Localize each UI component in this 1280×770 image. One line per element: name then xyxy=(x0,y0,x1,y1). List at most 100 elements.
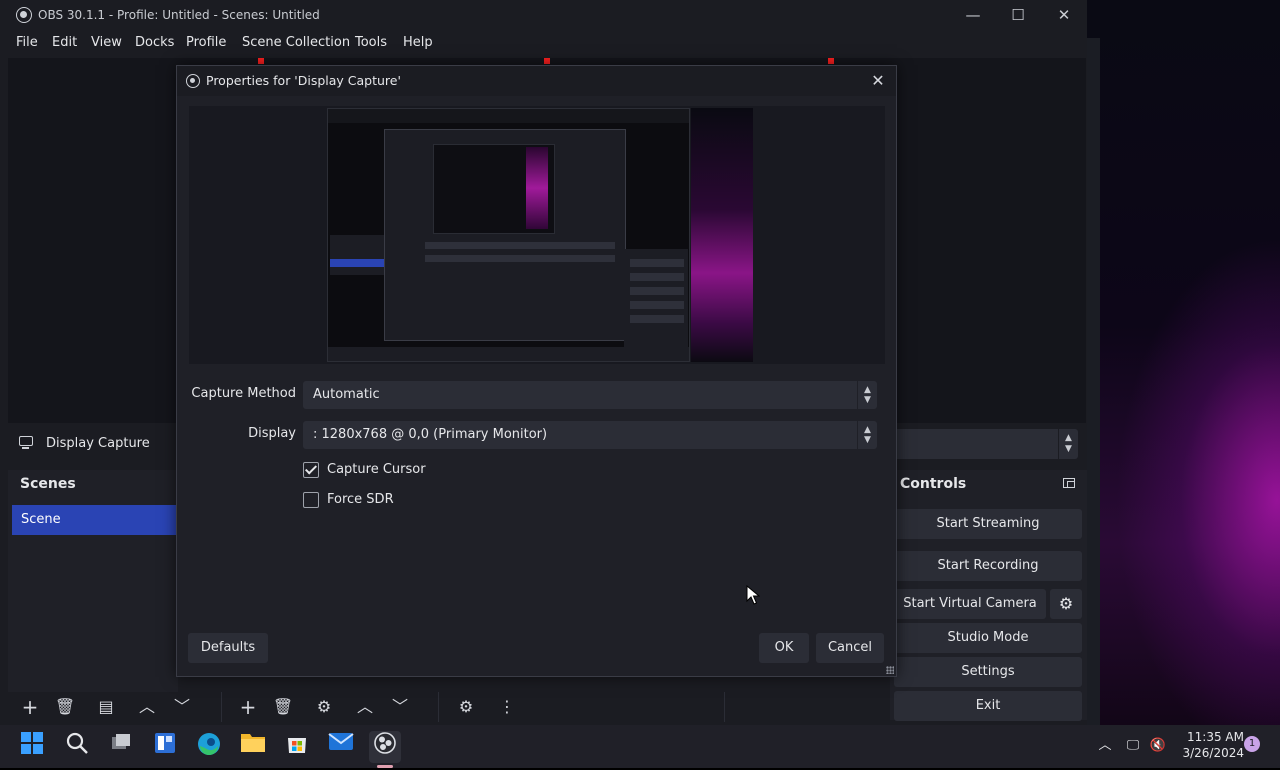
controls-dock-title: Controls xyxy=(900,476,967,492)
exit-button[interactable]: Exit xyxy=(894,691,1082,721)
start-recording-button[interactable]: Start Recording xyxy=(894,551,1082,581)
menu-help[interactable]: Help xyxy=(403,35,433,50)
selected-source-label: Display Capture xyxy=(46,436,150,451)
scenes-dock-title: Scenes xyxy=(20,476,76,492)
move-source-down-chevron-icon[interactable]: ﹀ xyxy=(386,695,414,719)
taskbar-clock[interactable]: 11:35 AM 3/26/2024 xyxy=(1176,729,1244,761)
add-scene-plus-icon[interactable]: + xyxy=(16,695,44,719)
resize-grip-icon[interactable] xyxy=(886,666,894,674)
dialog-title: Properties for 'Display Capture' xyxy=(206,73,401,88)
mini-field xyxy=(425,242,615,249)
scene-filters-icon[interactable]: ▤ xyxy=(92,695,120,719)
display-label: Display xyxy=(248,426,296,441)
studio-mode-button[interactable]: Studio Mode xyxy=(894,623,1082,653)
scene-item-label: Scene xyxy=(21,512,61,527)
controls-dock: Controls Start Streaming Start Recording… xyxy=(890,470,1087,721)
dock-bottom-toolbar: + 🗑 ▤ ︿ ﹀ + 🗑 ⚙ ︿ ﹀ ⚙ ⋮ xyxy=(8,692,888,722)
virtual-camera-settings-gear-icon[interactable]: ⚙ xyxy=(1050,589,1082,619)
properties-dialog: Properties for 'Display Capture' ✕ Captu… xyxy=(176,65,897,677)
toolbar-divider xyxy=(724,692,725,722)
network-icon[interactable]: 🖵 xyxy=(1124,737,1142,755)
mini-preview xyxy=(433,144,555,234)
search-icon[interactable] xyxy=(61,731,93,763)
menu-edit[interactable]: Edit xyxy=(52,35,77,50)
mini-scenes-dock xyxy=(330,235,384,275)
dialog-close-icon[interactable]: ✕ xyxy=(866,69,890,93)
toolbar-divider xyxy=(438,692,439,722)
add-source-plus-icon[interactable]: + xyxy=(234,695,262,719)
force-sdr-checkbox[interactable] xyxy=(303,492,319,508)
move-source-up-chevron-icon[interactable]: ︿ xyxy=(351,695,379,719)
notification-badge[interactable]: 1 xyxy=(1244,736,1260,752)
menu-scene-collection[interactable]: Scene Collection xyxy=(242,35,350,50)
mail-icon[interactable] xyxy=(325,731,357,763)
edge-browser-icon[interactable] xyxy=(193,731,225,763)
window-title: OBS 30.1.1 - Profile: Untitled - Scenes:… xyxy=(38,8,320,22)
select-arrows-icon: ▲ ▼ xyxy=(857,421,877,449)
menu-view[interactable]: View xyxy=(91,35,122,50)
source-handle-marker xyxy=(544,58,550,64)
start-virtual-camera-button[interactable]: Start Virtual Camera xyxy=(894,589,1046,619)
task-view-icon[interactable] xyxy=(105,731,137,763)
monitor-icon xyxy=(19,436,33,449)
microsoft-store-icon[interactable] xyxy=(281,731,313,763)
ok-button[interactable]: OK xyxy=(759,633,809,663)
close-window-button[interactable]: ✕ xyxy=(1044,4,1084,26)
desktop-wallpaper xyxy=(1087,0,1280,725)
controls-dock-header: Controls xyxy=(890,470,1087,499)
maximize-button[interactable]: ☐ xyxy=(998,4,1038,26)
more-options-kebab-icon[interactable]: ⋮ xyxy=(493,695,521,719)
mini-wallpaper xyxy=(691,108,753,362)
scenes-dock: Scenes Scene xyxy=(8,470,178,692)
capture-cursor-checkbox[interactable] xyxy=(303,462,319,478)
widgets-icon[interactable] xyxy=(149,731,181,763)
file-explorer-icon[interactable] xyxy=(237,731,269,763)
menu-tools[interactable]: Tools xyxy=(355,35,387,50)
mini-button xyxy=(630,301,684,309)
remove-source-trash-icon[interactable]: 🗑 xyxy=(269,695,297,719)
tray-chevron-up-icon[interactable]: ︿ xyxy=(1096,737,1114,755)
menu-file[interactable]: File xyxy=(16,35,38,50)
display-select[interactable]: : 1280x768 @ 0,0 (Primary Monitor) ▲ ▼ xyxy=(303,421,877,449)
capture-method-select[interactable]: Automatic ▲ ▼ xyxy=(303,381,877,409)
force-sdr-label: Force SDR xyxy=(327,492,394,507)
source-preview xyxy=(189,106,885,364)
menu-profile[interactable]: Profile xyxy=(186,35,226,50)
obs-logo-icon xyxy=(186,74,200,88)
clock-time: 11:35 AM xyxy=(1187,730,1244,744)
source-context-combo[interactable]: ▲ ▼ xyxy=(890,429,1078,459)
minimize-button[interactable]: — xyxy=(953,4,993,26)
scene-list-item[interactable]: Scene xyxy=(12,505,178,535)
mini-glow xyxy=(526,147,548,229)
remove-scene-trash-icon[interactable]: 🗑 xyxy=(51,695,79,719)
mini-selection xyxy=(330,259,384,267)
background-window-edge xyxy=(1087,38,1100,725)
display-value: : 1280x768 @ 0,0 (Primary Monitor) xyxy=(313,427,548,442)
audio-mixer-settings-icon[interactable]: ⚙ xyxy=(452,695,480,719)
mini-button xyxy=(630,287,684,295)
capture-cursor-label: Capture Cursor xyxy=(327,462,426,477)
toolbar-divider xyxy=(221,692,222,722)
mini-button xyxy=(630,315,684,323)
mini-taskbar xyxy=(328,347,689,361)
obs-taskbar-icon[interactable] xyxy=(369,731,401,763)
dialog-titlebar: Properties for 'Display Capture' ✕ xyxy=(177,66,896,96)
mini-field xyxy=(425,255,615,262)
undock-icon[interactable] xyxy=(1063,478,1075,488)
start-streaming-button[interactable]: Start Streaming xyxy=(894,509,1082,539)
recursive-screen-capture xyxy=(327,108,690,362)
capture-method-label: Capture Method xyxy=(191,386,296,401)
clock-date: 3/26/2024 xyxy=(1182,746,1244,760)
settings-button[interactable]: Settings xyxy=(894,657,1082,687)
source-handle-marker xyxy=(258,58,264,64)
cancel-button[interactable]: Cancel xyxy=(816,633,884,663)
start-windows-icon[interactable] xyxy=(16,731,48,763)
source-properties-gear-icon[interactable]: ⚙ xyxy=(310,695,338,719)
defaults-button[interactable]: Defaults xyxy=(188,633,268,663)
volume-icon[interactable]: 🔇 xyxy=(1149,737,1167,755)
move-scene-down-chevron-icon[interactable]: ﹀ xyxy=(168,695,196,719)
combo-arrows-icon: ▲ ▼ xyxy=(1058,429,1078,459)
move-scene-up-chevron-icon[interactable]: ︿ xyxy=(133,695,161,719)
select-arrows-icon: ▲ ▼ xyxy=(857,381,877,409)
menu-docks[interactable]: Docks xyxy=(135,35,174,50)
